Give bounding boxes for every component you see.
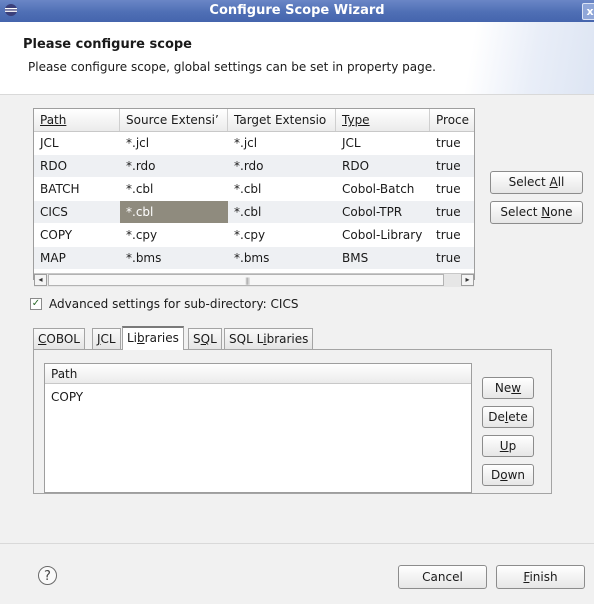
table-cell-target[interactable]: *.cbl [228,178,336,200]
page-title: Please configure scope [23,37,192,52]
table-cell-type[interactable]: Cobol-Library [336,224,430,246]
table-row[interactable]: JCL *.jcl *.jcl JCL true [34,132,474,154]
table-cell-target[interactable]: *.cpy [228,224,336,246]
tab-cobol[interactable]: COBOL [33,328,85,349]
table-cell-source[interactable]: *.rdo [120,155,228,177]
horizontal-scrollbar[interactable]: ◂ ||| ▸ [34,273,474,287]
libraries-column-header-path[interactable]: Path [45,364,471,384]
new-button[interactable]: New [482,377,534,399]
down-button[interactable]: Down [482,464,534,486]
tab-sql[interactable]: SQL [188,328,222,349]
select-all-button[interactable]: Select All [490,171,583,194]
header-banner-graphic [444,22,594,94]
column-header-process[interactable]: Proce [430,109,474,131]
grip-icon: ||| [245,277,250,285]
table-cell-path[interactable]: JCL [34,132,120,154]
table-cell-path[interactable]: BATCH [34,178,120,200]
table-header: Path Source Extensi’ Target Extensio Typ… [34,109,474,132]
table-cell-process[interactable]: true [430,201,474,223]
table-cell-process[interactable]: true [430,178,474,200]
table-cell-source[interactable]: *.cbl [120,201,228,223]
table-cell-process[interactable]: true [430,247,474,269]
table-cell-type[interactable]: RDO [336,155,430,177]
table-cell-target[interactable]: *.rdo [228,155,336,177]
tab-libraries[interactable]: Libraries [122,326,184,350]
tab-jcl[interactable]: JCL [92,328,121,349]
finish-button[interactable]: Finish [496,565,585,589]
close-button[interactable]: x [582,3,594,20]
table-cell-path[interactable]: RDO [34,155,120,177]
footer-divider [0,543,594,544]
scope-table[interactable]: Path Source Extensi’ Target Extensio Typ… [33,108,475,287]
table-cell-process[interactable]: true [430,132,474,154]
table-row[interactable]: COPY *.cpy *.cpy Cobol-Library true [34,224,474,246]
table-cell-source[interactable]: *.jcl [120,132,228,154]
advanced-settings-label[interactable]: Advanced settings for sub-directory: CIC… [49,297,298,311]
advanced-settings-checkbox[interactable]: ✓ [30,298,42,310]
table-cell-target[interactable]: *.cbl [228,201,336,223]
column-header-path[interactable]: Path [34,109,120,131]
table-cell-path[interactable]: CICS [34,201,120,223]
cancel-button[interactable]: Cancel [398,565,487,589]
window-title: Configure Scope Wizard [209,3,385,18]
select-none-button[interactable]: Select None [490,201,583,224]
list-item[interactable]: COPY [51,390,83,404]
help-icon[interactable]: ? [38,566,57,585]
table-cell-path[interactable]: COPY [34,224,120,246]
delete-button[interactable]: Delete [482,406,534,428]
scroll-left-icon[interactable]: ◂ [34,274,47,286]
page-description: Please configure scope, global settings … [28,60,436,74]
column-header-target-extension[interactable]: Target Extensio [228,109,336,131]
up-button[interactable]: Up [482,435,534,457]
wizard-header: Please configure scope Please configure … [0,22,594,94]
scrollbar-thumb[interactable]: ||| [48,274,444,286]
table-cell-process[interactable]: true [430,224,474,246]
table-row[interactable]: RDO *.rdo *.rdo RDO true [34,155,474,177]
table-cell-path[interactable]: MAP [34,247,120,269]
table-cell-type[interactable]: Cobol-TPR [336,201,430,223]
table-cell-source[interactable]: *.bms [120,247,228,269]
table-cell-source[interactable]: *.cbl [120,178,228,200]
tab-sql-libraries[interactable]: SQL Libraries [224,328,314,349]
libraries-list[interactable]: Path COPY [44,363,472,493]
table-cell-process[interactable]: true [430,155,474,177]
title-bar: Configure Scope Wizard x [0,0,594,22]
table-row[interactable]: BATCH *.cbl *.cbl Cobol-Batch true [34,178,474,200]
table-row[interactable]: CICS *.cbl *.cbl Cobol-TPR true [34,201,474,223]
table-row[interactable]: MAP *.bms *.bms BMS true [34,247,474,269]
table-cell-target[interactable]: *.jcl [228,132,336,154]
table-cell-type[interactable]: BMS [336,247,430,269]
table-cell-type[interactable]: Cobol-Batch [336,178,430,200]
table-cell-target[interactable]: *.bms [228,247,336,269]
table-cell-type[interactable]: JCL [336,132,430,154]
column-header-type[interactable]: Type [336,109,430,131]
table-cell-source[interactable]: *.cpy [120,224,228,246]
column-header-source-extension[interactable]: Source Extensi’ [120,109,228,131]
scroll-right-icon[interactable]: ▸ [461,274,474,286]
